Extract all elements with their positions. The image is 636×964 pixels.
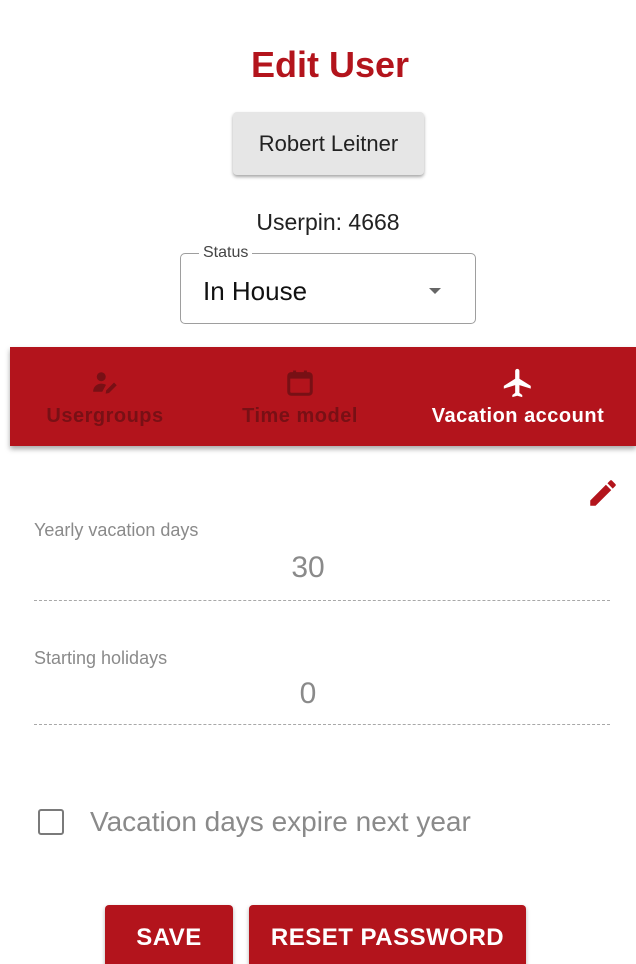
tab-usergroups[interactable]: Usergroups — [10, 347, 200, 446]
tab-label: Time model — [242, 405, 358, 427]
status-select[interactable]: Status In House — [180, 244, 476, 324]
chevron-down-icon — [429, 288, 441, 294]
pencil-icon[interactable] — [586, 476, 620, 510]
edit-user-page: Edit User Robert Leitner Userpin: 4668 S… — [0, 0, 636, 964]
tab-vacation-account[interactable]: Vacation account — [400, 347, 636, 446]
yearly-vacation-underline — [34, 600, 610, 601]
reset-password-button[interactable]: RESET PASSWORD — [249, 905, 526, 964]
user-name-chip[interactable]: Robert Leitner — [233, 112, 424, 175]
yearly-vacation-input[interactable]: 30 — [34, 551, 582, 585]
airplane-icon — [500, 365, 536, 401]
expire-checkbox-row[interactable]: Vacation days expire next year — [38, 806, 471, 838]
status-value: In House — [203, 276, 308, 306]
tab-time-model[interactable]: Time model — [200, 347, 400, 446]
tab-label: Usergroups — [46, 405, 164, 427]
userpin-text: Userpin: 4668 — [256, 209, 400, 235]
yearly-vacation-label: Yearly vacation days — [34, 520, 199, 540]
page-title: Edit User — [250, 44, 410, 85]
starting-holidays-input[interactable]: 0 — [34, 677, 582, 711]
save-button[interactable]: SAVE — [105, 905, 233, 964]
tab-bar: Usergroups Time model Vacation account — [10, 347, 636, 446]
tab-label: Vacation account — [431, 405, 605, 427]
starting-holidays-underline — [34, 724, 610, 725]
expire-checkbox-label: Vacation days expire next year — [90, 806, 471, 837]
starting-holidays-label: Starting holidays — [34, 648, 168, 668]
user-edit-icon — [87, 365, 123, 401]
expire-checkbox[interactable] — [38, 809, 64, 835]
calendar-icon — [282, 365, 318, 401]
status-legend: Status — [199, 244, 253, 262]
